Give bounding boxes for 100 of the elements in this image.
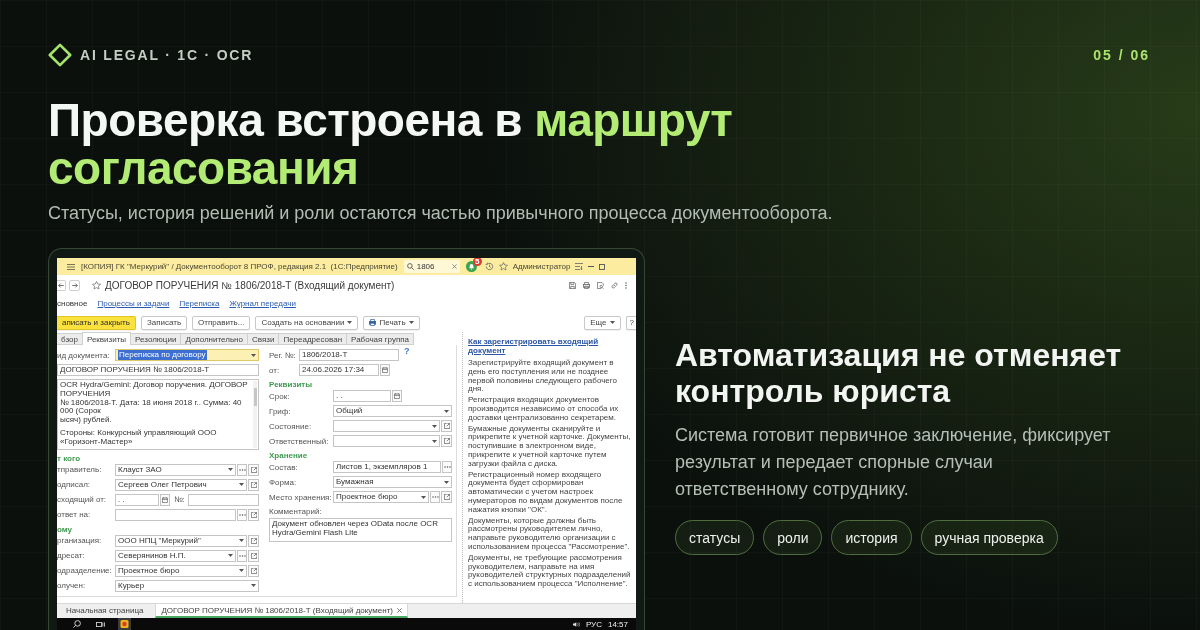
select-field[interactable]: Северянинов Н.П. xyxy=(115,549,236,562)
nav-link[interactable]: Процессы и задачи xyxy=(97,299,170,308)
save-icon[interactable] xyxy=(569,282,576,289)
print-button[interactable]: Печать xyxy=(363,315,420,330)
toolbar-button[interactable]: Записать xyxy=(140,315,188,330)
nav-link[interactable]: Журнал передачи xyxy=(229,299,296,308)
primary-button[interactable]: аписать и закрыть xyxy=(57,315,136,330)
open-button[interactable] xyxy=(441,491,452,503)
select-field[interactable]: Курьер xyxy=(115,579,259,592)
toolbar-button[interactable]: Отправить... xyxy=(192,315,251,330)
choose-button[interactable] xyxy=(237,508,247,521)
form-tab[interactable]: Реквизиты xyxy=(81,332,132,345)
scrollbar[interactable] xyxy=(253,381,257,448)
select-field[interactable]: Общий xyxy=(333,405,452,417)
help-link[interactable]: ? xyxy=(404,346,410,356)
history-icon[interactable] xyxy=(484,262,494,271)
caret-icon xyxy=(408,321,414,324)
form-tab[interactable]: Рабочая группа xyxy=(346,333,414,345)
menu-button[interactable]: Создать на основании xyxy=(255,315,359,330)
open-button[interactable] xyxy=(248,564,259,577)
brand-name: AI LEGAL · 1C · OCR xyxy=(80,47,254,63)
caret-icon xyxy=(609,321,615,324)
date-field[interactable]: . . xyxy=(115,493,159,506)
choose-button[interactable] xyxy=(430,491,440,503)
back-button[interactable] xyxy=(57,280,66,291)
clock-time: 14:57 xyxy=(607,619,628,629)
calendar-icon xyxy=(394,393,400,399)
form-tab[interactable]: Дополнительно xyxy=(180,333,248,345)
open-button[interactable] xyxy=(441,435,452,447)
nav-link[interactable]: Переписка xyxy=(179,299,220,308)
form-tab[interactable]: Резолюции xyxy=(130,333,182,345)
text-field[interactable]: 1806/2018-Т xyxy=(299,349,399,361)
select-field[interactable]: Сергеев Олег Петрович xyxy=(115,478,247,491)
text-field[interactable] xyxy=(115,508,236,521)
select-field[interactable]: Переписка по договору xyxy=(115,349,259,361)
open-button[interactable] xyxy=(248,478,259,491)
search-icon[interactable] xyxy=(73,620,81,628)
nav-link[interactable]: сновное xyxy=(57,299,88,308)
list-icon[interactable] xyxy=(575,263,584,270)
link-icon[interactable] xyxy=(611,282,618,289)
text-field[interactable]: ДОГОВОР ПОРУЧЕНИЯ № 1806/2018-Т xyxy=(57,364,259,376)
select-field[interactable]: Проектное бюро xyxy=(115,564,247,577)
forward-button[interactable] xyxy=(69,280,80,291)
menu-button[interactable]: Еще xyxy=(584,315,621,330)
field-label: Состояние: xyxy=(269,421,312,431)
caret-icon xyxy=(444,480,449,484)
calendar-button[interactable] xyxy=(160,493,170,506)
user-name: Администратор xyxy=(512,262,571,271)
caret-icon xyxy=(239,483,244,487)
calendar-button[interactable] xyxy=(380,364,390,376)
field-label: Состав: xyxy=(269,462,298,472)
caret-icon xyxy=(432,424,437,428)
text-field[interactable]: Листов 1, экземпляров 1 xyxy=(333,461,441,473)
maximize-icon[interactable] xyxy=(599,263,606,270)
star-icon[interactable] xyxy=(498,262,508,271)
toolbar-button[interactable]: ? xyxy=(625,315,636,330)
star-icon[interactable] xyxy=(92,281,101,290)
form-tab[interactable]: Переадресован xyxy=(278,333,348,345)
choose-button[interactable] xyxy=(442,461,452,473)
open-button[interactable] xyxy=(441,420,452,432)
search-field[interactable]: 1806 xyxy=(403,260,460,273)
choose-button[interactable] xyxy=(237,463,247,476)
external-link-icon xyxy=(443,438,450,444)
document-search-icon[interactable] xyxy=(597,282,604,289)
select-field[interactable] xyxy=(333,435,440,447)
window-tab[interactable]: Начальная страница xyxy=(60,604,150,618)
select-field[interactable]: Бумажная xyxy=(333,476,452,488)
app-icon[interactable] xyxy=(118,618,131,630)
select-field[interactable] xyxy=(333,420,440,432)
form-tab[interactable]: бзор xyxy=(57,333,83,345)
close-icon[interactable] xyxy=(396,607,402,613)
caret-icon xyxy=(228,554,233,558)
text-field[interactable] xyxy=(187,493,259,506)
open-button[interactable] xyxy=(248,463,259,476)
field-label: №: xyxy=(174,495,185,505)
printer-icon[interactable] xyxy=(583,282,590,289)
select-field[interactable]: Клауст ЗАО xyxy=(115,463,236,476)
memo-field[interactable]: Документ обновлен через OData после OCR Hydra/Gemini Flash Lite xyxy=(269,518,452,542)
open-button[interactable] xyxy=(248,508,259,521)
task-view-icon[interactable] xyxy=(96,620,105,628)
menu-icon[interactable] xyxy=(67,263,75,270)
date-field[interactable]: 24.06.2026 17:34 xyxy=(299,364,379,376)
window-tab[interactable]: ДОГОВОР ПОРУЧЕНИЯ № 1806/2018-Т (Входящий документ) xyxy=(155,604,408,618)
external-link-icon xyxy=(250,466,257,473)
choose-button[interactable] xyxy=(237,549,247,562)
minimize-icon[interactable] xyxy=(588,266,595,267)
date-field[interactable]: . . xyxy=(333,390,391,402)
select-field[interactable]: ООО НПЦ "Меркурий" xyxy=(115,534,247,547)
field-label: ид документа: xyxy=(57,350,110,360)
bell-icon[interactable] xyxy=(465,261,477,272)
help-title-link[interactable]: Как зарегистрировать входящий документ xyxy=(468,337,633,355)
select-field[interactable]: Проектное бюро xyxy=(333,491,429,503)
memo-field[interactable]: OCR Hydra/Gemini: Договор поручения. ДОГОВОР ПОРУЧЕНИЯ № 1806/2018-Т. Дата: 18 июня 2018 г.. Сумма: 40 000 (Сорок ысяч) рублей. Стороны: Конкурсный управляющий ООО «Горизонт-Мастер» xyxy=(57,379,259,450)
section-description: Система готовит первичное заключение, фиксирует результат и передает спорные случаи ответственному сотруднику. xyxy=(675,424,1112,501)
calendar-button[interactable] xyxy=(392,390,402,402)
open-button[interactable] xyxy=(248,549,259,562)
open-button[interactable] xyxy=(248,534,259,547)
clear-icon[interactable] xyxy=(451,264,457,269)
speaker-icon[interactable] xyxy=(572,621,580,627)
external-link-icon xyxy=(443,423,450,429)
